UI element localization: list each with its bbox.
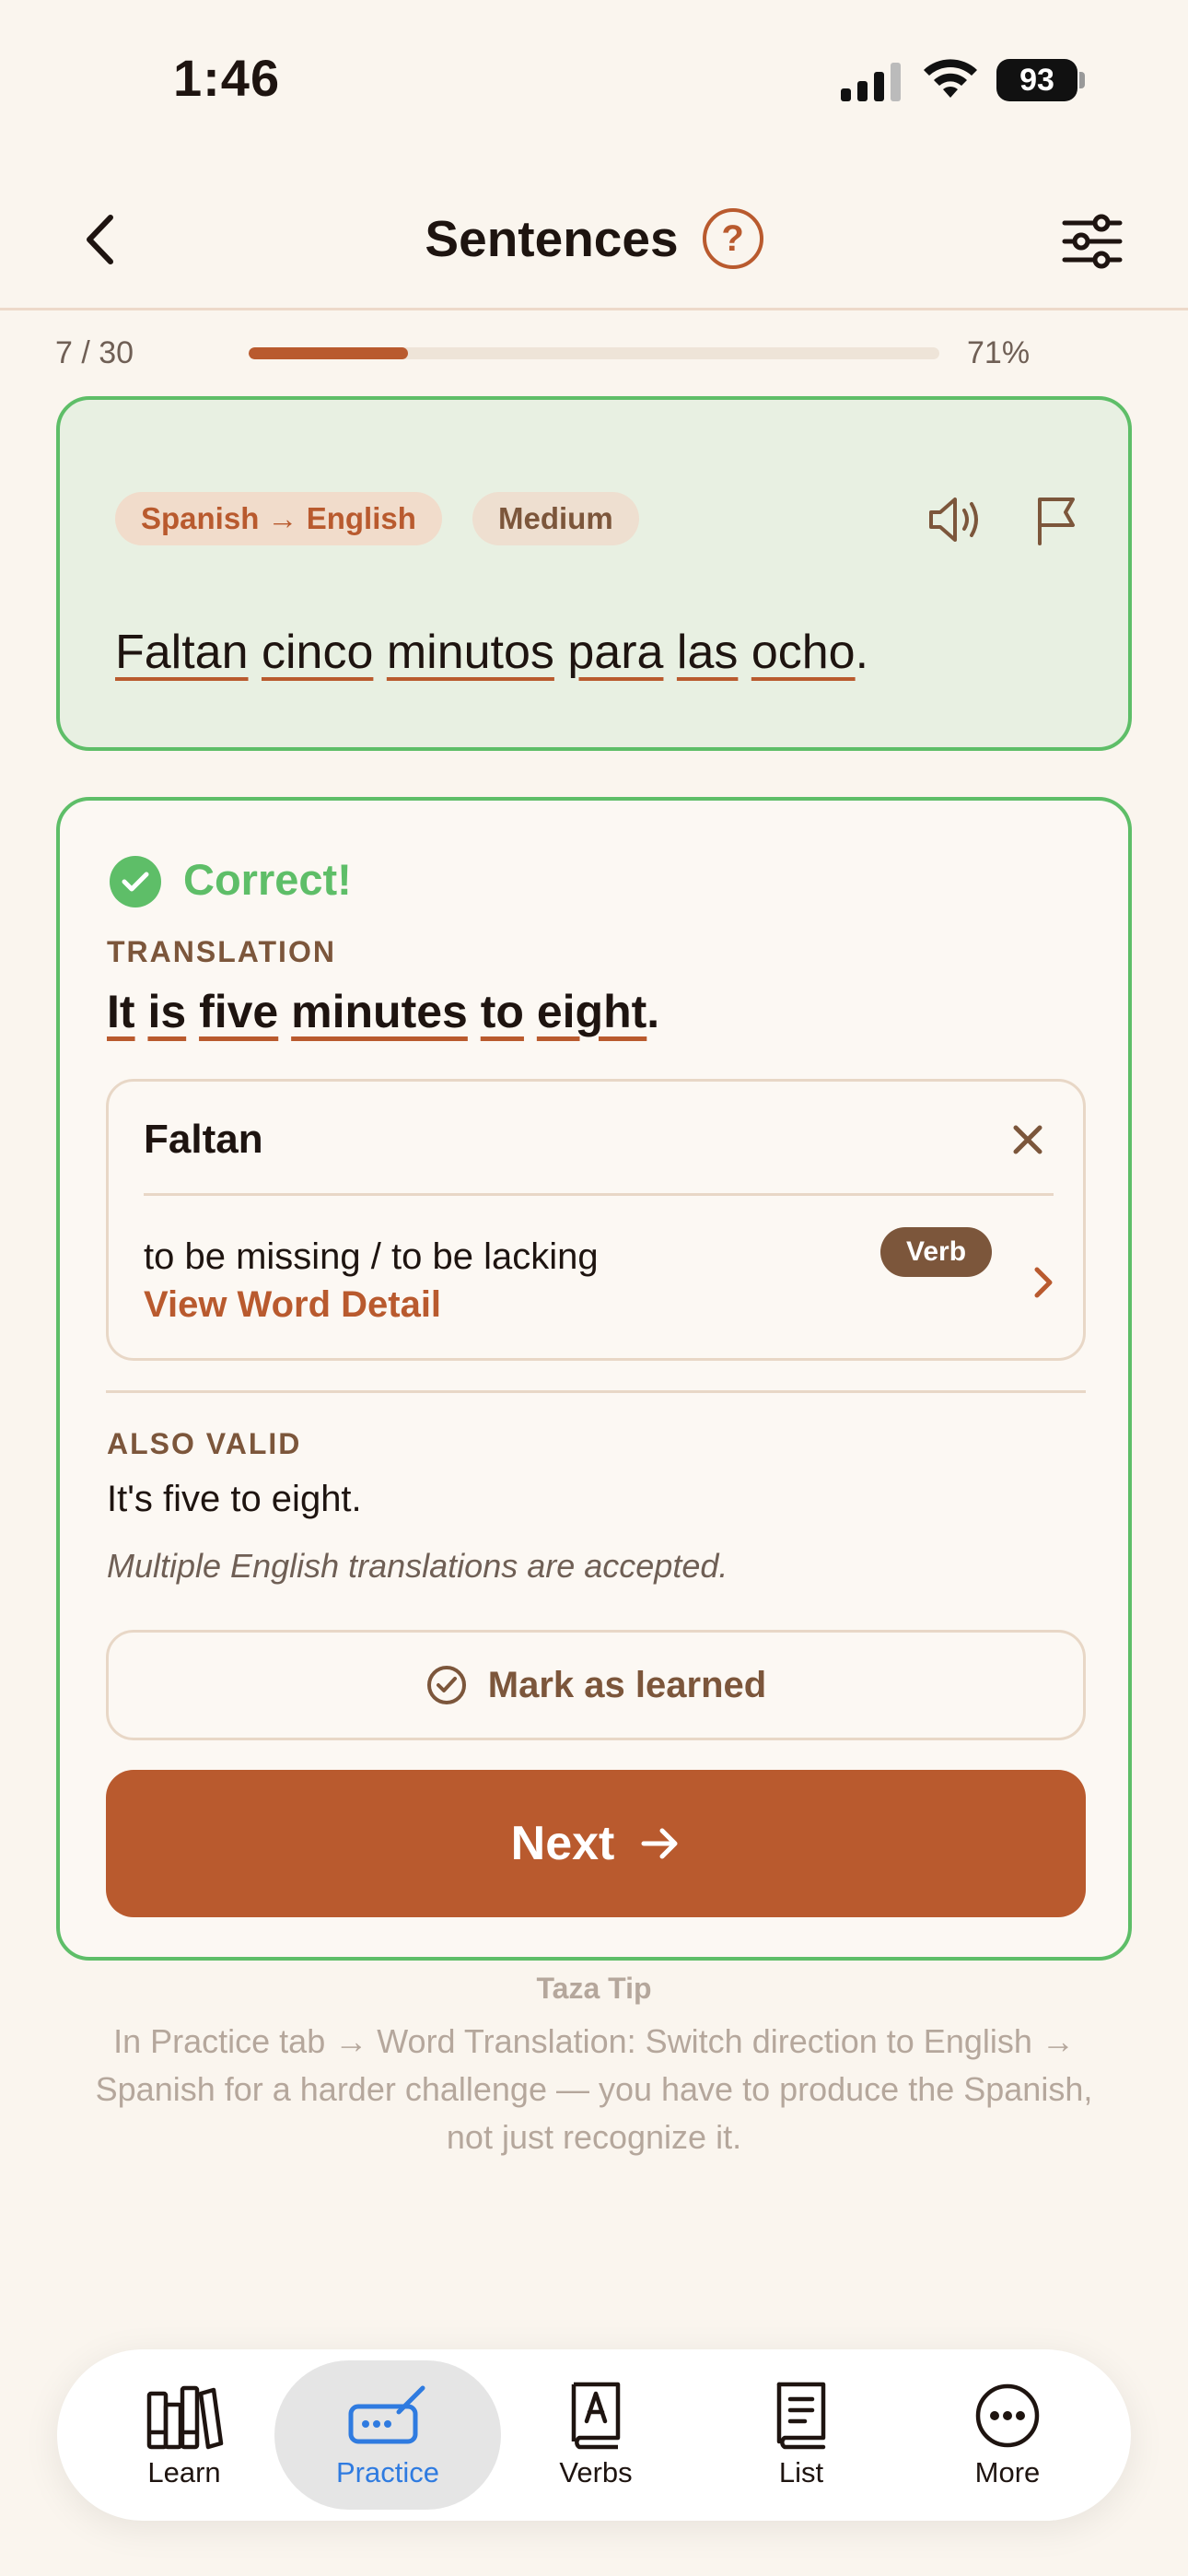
tab-label: List [778, 2456, 824, 2488]
prompt-card: Spanish → English Medium Faltan cinco mi… [56, 396, 1132, 751]
translation-word[interactable]: eight [537, 986, 646, 1037]
answer-card: Correct! TRANSLATION It is five minutes … [56, 797, 1132, 1961]
tab-more[interactable]: More [897, 2349, 1118, 2521]
word-detail-popover: Faltan to be missing / to be lacking Vie… [106, 1079, 1086, 1361]
translation-word[interactable]: It [107, 986, 135, 1037]
progress-bar [249, 347, 939, 359]
keyboard-pen-icon [348, 2385, 425, 2444]
prompt-sentence: Faltan cinco minutos para las ocho. [115, 625, 868, 680]
prompt-word[interactable]: para [567, 626, 663, 679]
tab-list[interactable]: List [691, 2349, 912, 2521]
prompt-word[interactable]: las [677, 626, 738, 679]
section-divider [106, 1390, 1086, 1393]
signal-icon [841, 61, 902, 101]
difficulty-badge: Medium [472, 492, 639, 545]
chevron-right-icon[interactable] [1030, 1264, 1057, 1301]
progress-percent: 71% [967, 335, 1031, 370]
selected-word: Faltan [144, 1117, 263, 1162]
tab-practice[interactable]: Practice [274, 2360, 501, 2510]
translation-word[interactable]: is [147, 986, 186, 1037]
sliders-icon[interactable] [1061, 212, 1124, 271]
translation-punct: . [646, 986, 660, 1037]
tab-verbs[interactable]: Verbs [485, 2349, 706, 2521]
progress-fill [249, 347, 408, 359]
status-time: 1:46 [173, 49, 281, 107]
flag-icon[interactable] [1032, 492, 1080, 547]
translation-sentence: It is five minutes to eight. [107, 985, 659, 1038]
speaker-icon[interactable] [926, 492, 983, 547]
more-icon [975, 2383, 1040, 2448]
prompt-word[interactable]: minutos [387, 626, 554, 679]
part-of-speech-badge: Verb [880, 1227, 993, 1277]
translation-word[interactable]: to [481, 986, 524, 1037]
prompt-word[interactable]: ocho [751, 626, 856, 679]
tab-label: Practice [336, 2456, 439, 2488]
help-button[interactable]: ? [702, 208, 763, 269]
close-icon[interactable] [1007, 1118, 1049, 1161]
also-valid-label: ALSO VALID [107, 1427, 302, 1460]
mark-learned-label: Mark as learned [487, 1664, 767, 1705]
prompt-punct: . [855, 626, 869, 679]
books-icon [146, 2385, 224, 2450]
popover-divider [144, 1193, 1054, 1196]
word-definition: to be missing / to be lacking [144, 1236, 599, 1277]
result-status: Correct! [183, 855, 352, 904]
tab-label: Verbs [559, 2456, 633, 2488]
next-label: Next [510, 1817, 615, 1870]
translation-word[interactable]: minutes [291, 986, 468, 1037]
list-book-icon [776, 2382, 826, 2450]
translation-label: TRANSLATION [107, 935, 336, 968]
prompt-word[interactable]: Faltan [115, 626, 249, 679]
direction-badge: Spanish → English [115, 492, 442, 545]
also-valid-text: It's five to eight. [107, 1479, 362, 1519]
tab-label: More [974, 2456, 1041, 2488]
next-button[interactable]: Next [106, 1770, 1086, 1917]
tab-bar: Learn Practice Verbs List More [57, 2349, 1131, 2521]
check-circle-icon [110, 856, 161, 907]
tab-learn[interactable]: Learn [74, 2349, 295, 2521]
tab-label: Learn [147, 2456, 221, 2488]
wifi-icon [924, 59, 977, 98]
translation-word[interactable]: five [199, 986, 278, 1037]
battery-icon: 93 [996, 59, 1085, 101]
page-header: Sentences ? [0, 208, 1188, 269]
tip-title: Taza Tip [536, 1972, 652, 2005]
prompt-word[interactable]: cinco [262, 626, 373, 679]
battery-level: 93 [996, 59, 1077, 101]
progress-count: 7 / 30 [55, 335, 134, 370]
page-title: Sentences [425, 210, 679, 267]
mark-learned-button[interactable]: Mark as learned [106, 1630, 1086, 1740]
header-divider [0, 308, 1188, 310]
tip-body: In Practice tab → Word Translation: Swit… [95, 2022, 1093, 2156]
check-circle-outline-icon [426, 1666, 466, 1704]
arrow-right-icon [641, 1828, 678, 1859]
also-valid-note: Multiple English translations are accept… [107, 1547, 728, 1585]
view-word-detail-link[interactable]: View Word Detail [144, 1284, 441, 1326]
verb-book-icon [571, 2382, 621, 2450]
